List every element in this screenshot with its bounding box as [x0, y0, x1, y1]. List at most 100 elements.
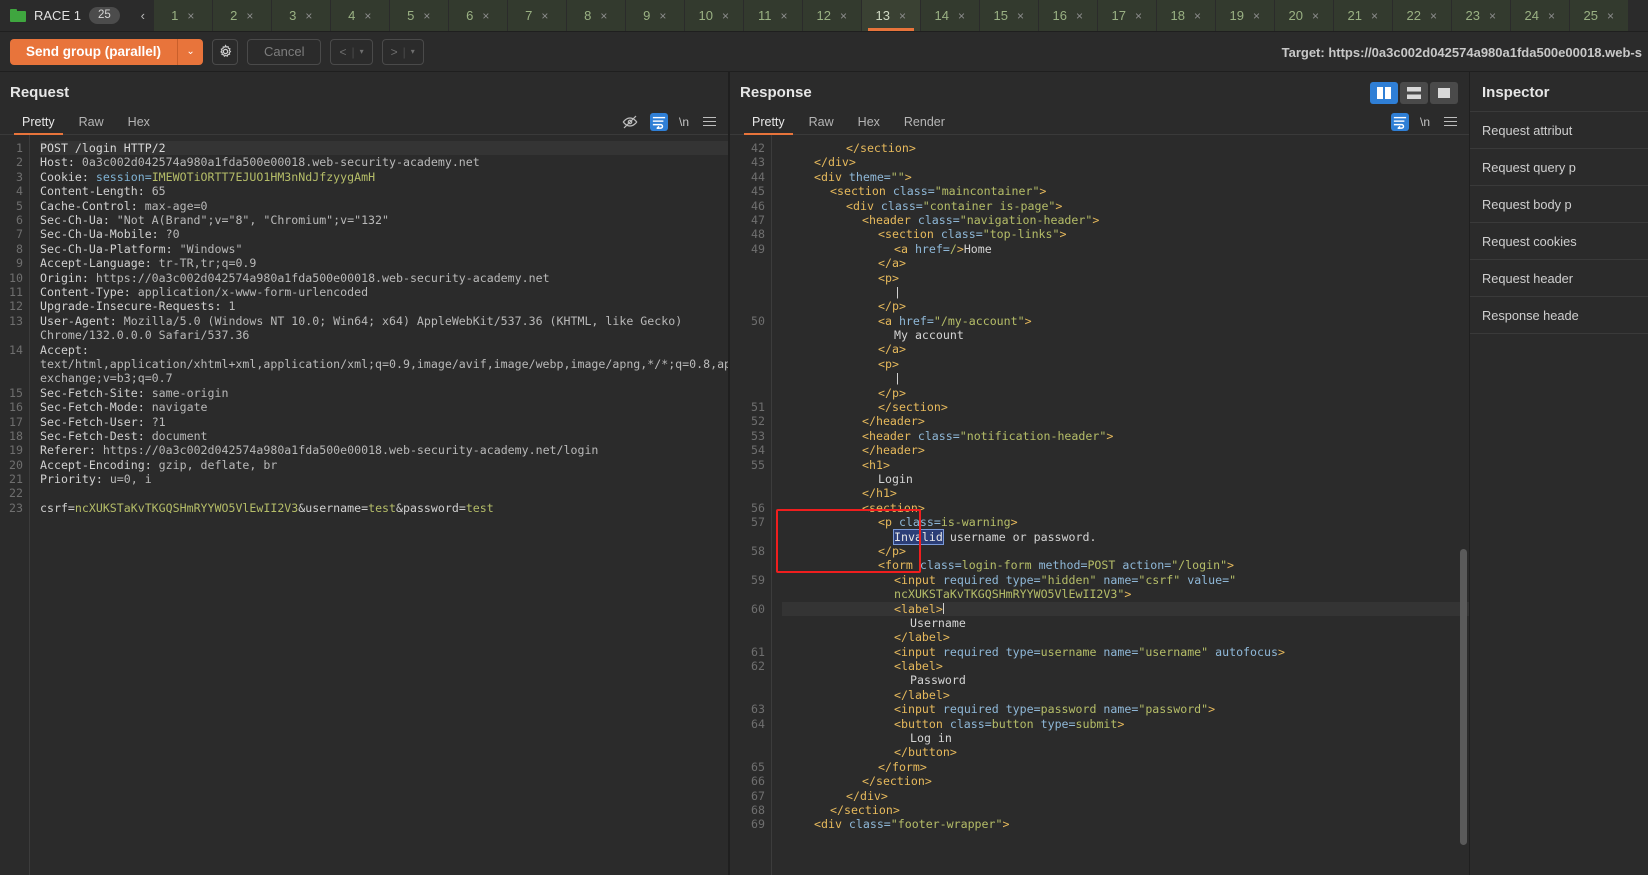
- inspector-section-4[interactable]: Request cookies: [1470, 223, 1648, 260]
- response-code[interactable]: </section> </div> <div theme=""> <section c…: [772, 135, 1469, 875]
- request-tab-19[interactable]: 19 ×: [1215, 0, 1275, 31]
- menu-icon[interactable]: [1441, 113, 1459, 131]
- inspector-section-2[interactable]: Request query p: [1470, 149, 1648, 186]
- request-tab-raw[interactable]: Raw: [67, 109, 116, 135]
- code-token: </section>: [830, 802, 900, 817]
- settings-button[interactable]: [212, 38, 239, 65]
- response-tab-raw[interactable]: Raw: [797, 109, 846, 135]
- request-tab-hex[interactable]: Hex: [116, 109, 162, 135]
- line-number: 22: [9, 486, 23, 501]
- request-tab-13[interactable]: 13 ×: [861, 0, 921, 31]
- chevron-down-icon[interactable]: ▾: [411, 47, 415, 56]
- response-editor[interactable]: 42 43 44 45 46 47 48 49 50 51 52 53 54 55 56 57 58 59 60 61…: [730, 135, 1469, 875]
- request-tab-22[interactable]: 22 ×: [1392, 0, 1452, 31]
- code-token: Sec-Ch-Ua-Mobile:: [40, 227, 166, 242]
- request-tab-25[interactable]: 25 ×: [1569, 0, 1629, 31]
- tabs-scroll-left-button[interactable]: ‹: [132, 0, 154, 31]
- request-tab-11[interactable]: 11 ×: [743, 0, 803, 31]
- eye-slash-icon[interactable]: [621, 113, 639, 131]
- wrap-lines-icon[interactable]: [649, 112, 668, 131]
- cancel-button[interactable]: Cancel: [247, 38, 322, 65]
- code-token: Content-Type:: [40, 284, 138, 299]
- close-icon[interactable]: ×: [1017, 9, 1024, 23]
- request-tab-3[interactable]: 3 ×: [271, 0, 331, 31]
- next-request-button[interactable]: > | ▾: [381, 38, 424, 65]
- request-editor[interactable]: 1 2 3 4 5 6 7 8 9 10 11 12 13 14 15 16 17 18 19 20 21 22 23 PO…: [0, 135, 728, 875]
- tab-label: 23: [1465, 8, 1480, 23]
- close-icon[interactable]: ×: [1430, 9, 1437, 23]
- request-tab-5[interactable]: 5 ×: [389, 0, 449, 31]
- close-icon[interactable]: ×: [364, 9, 371, 23]
- response-tab-pretty[interactable]: Pretty: [740, 109, 797, 135]
- close-icon[interactable]: ×: [423, 9, 430, 23]
- close-icon[interactable]: ×: [246, 9, 253, 23]
- request-tab-4[interactable]: 4 ×: [330, 0, 390, 31]
- code-line: Username: [782, 616, 1469, 630]
- single-pane-icon[interactable]: [1430, 82, 1458, 104]
- inspector-section-6[interactable]: Response heade: [1470, 297, 1648, 334]
- close-icon[interactable]: ×: [305, 9, 312, 23]
- close-icon[interactable]: ×: [1548, 9, 1555, 23]
- code-token: u=0, i: [109, 472, 152, 487]
- request-code[interactable]: POST /login HTTP/2 Host: 0a3c002d042574a9…: [30, 135, 728, 875]
- tab-group-race-1[interactable]: RACE 1 25: [0, 0, 132, 31]
- request-tab-6[interactable]: 6 ×: [448, 0, 508, 31]
- request-tab-9[interactable]: 9 ×: [625, 0, 685, 31]
- inspector-section-3[interactable]: Request body p: [1470, 186, 1648, 223]
- close-icon[interactable]: ×: [187, 9, 194, 23]
- previous-request-button[interactable]: < | ▾: [330, 38, 373, 65]
- newline-icon[interactable]: \n: [1420, 115, 1430, 129]
- close-icon[interactable]: ×: [1312, 9, 1319, 23]
- request-tab-18[interactable]: 18 ×: [1156, 0, 1216, 31]
- request-tab-8[interactable]: 8 ×: [566, 0, 626, 31]
- close-icon[interactable]: ×: [840, 9, 847, 23]
- send-group-dropdown-icon[interactable]: ⌄: [177, 38, 204, 65]
- close-icon[interactable]: ×: [482, 9, 489, 23]
- request-tab-23[interactable]: 23 ×: [1451, 0, 1511, 31]
- request-tab-7[interactable]: 7 ×: [507, 0, 567, 31]
- close-icon[interactable]: ×: [1135, 9, 1142, 23]
- response-tab-hex[interactable]: Hex: [846, 109, 892, 135]
- code-line: </a>: [782, 256, 1469, 270]
- close-icon[interactable]: ×: [781, 9, 788, 23]
- close-icon[interactable]: ×: [1371, 9, 1378, 23]
- request-tab-2[interactable]: 2 ×: [212, 0, 272, 31]
- newline-icon[interactable]: \n: [679, 115, 689, 129]
- chevron-down-icon[interactable]: ▾: [360, 47, 364, 56]
- close-icon[interactable]: ×: [659, 9, 666, 23]
- wrap-lines-icon[interactable]: [1390, 112, 1409, 131]
- close-icon[interactable]: ×: [1489, 9, 1496, 23]
- request-tab-20[interactable]: 20 ×: [1274, 0, 1334, 31]
- request-tab-14[interactable]: 14 ×: [920, 0, 980, 31]
- close-icon[interactable]: ×: [958, 9, 965, 23]
- request-tab-15[interactable]: 15 ×: [979, 0, 1039, 31]
- close-icon[interactable]: ×: [1607, 9, 1614, 23]
- close-icon[interactable]: ×: [1194, 9, 1201, 23]
- request-tab-pretty[interactable]: Pretty: [10, 109, 67, 135]
- response-scrollbar[interactable]: [1460, 549, 1467, 845]
- close-icon[interactable]: ×: [600, 9, 607, 23]
- request-tab-24[interactable]: 24 ×: [1510, 0, 1570, 31]
- menu-icon[interactable]: [700, 113, 718, 131]
- close-icon[interactable]: ×: [1253, 9, 1260, 23]
- request-tab-16[interactable]: 16 ×: [1038, 0, 1098, 31]
- request-tab-17[interactable]: 17 ×: [1097, 0, 1157, 31]
- response-tab-render[interactable]: Render: [892, 109, 957, 135]
- code-line: </a>: [782, 342, 1469, 356]
- close-icon[interactable]: ×: [899, 9, 906, 23]
- close-icon[interactable]: ×: [1076, 9, 1083, 23]
- inspector-section-1[interactable]: Request attribut: [1470, 112, 1648, 149]
- request-tab-1[interactable]: 1 ×: [153, 0, 213, 31]
- split-horizontal-icon[interactable]: [1400, 82, 1428, 104]
- close-icon[interactable]: ×: [722, 9, 729, 23]
- request-tab-12[interactable]: 12 ×: [802, 0, 862, 31]
- close-icon[interactable]: ×: [541, 9, 548, 23]
- split-vertical-icon[interactable]: [1370, 82, 1398, 104]
- line-number: 7: [16, 227, 23, 242]
- code-token: </section>: [846, 141, 916, 155]
- line-number: 56: [751, 500, 765, 515]
- request-tab-21[interactable]: 21 ×: [1333, 0, 1393, 31]
- inspector-section-5[interactable]: Request header: [1470, 260, 1648, 297]
- request-tab-10[interactable]: 10 ×: [684, 0, 744, 31]
- send-group-button[interactable]: Send group (parallel) ⌄: [10, 38, 204, 65]
